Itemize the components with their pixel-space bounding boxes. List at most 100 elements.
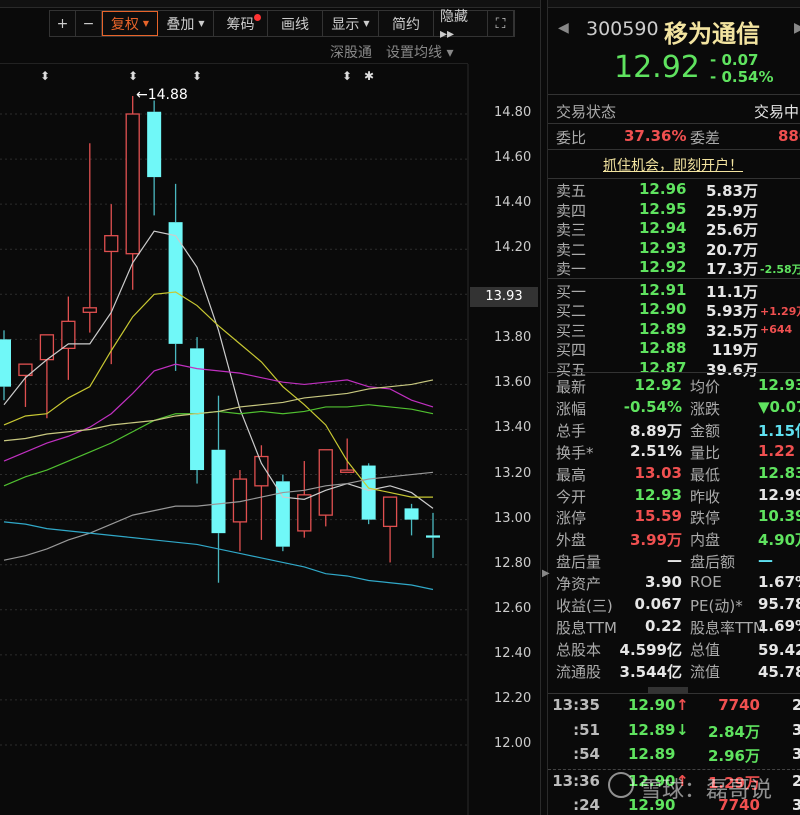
stat-label: 净资产: [556, 575, 602, 594]
divider: [548, 178, 800, 179]
quote-panel: ◀ ▶ 300590 移为通信 12.92 - 0.07 - 0.54% 交易状…: [548, 10, 800, 815]
level-delta: +1.29万: [760, 305, 800, 318]
stat-value: 12.92: [634, 376, 682, 394]
stat-value: 2.51%: [629, 441, 682, 460]
level-delta: -2.58万: [760, 263, 800, 276]
prev-stock-icon[interactable]: ◀: [558, 20, 569, 36]
tick-time: :54: [573, 745, 600, 763]
level-label: 买二: [556, 302, 587, 320]
price-change-pct: - 0.54%: [710, 68, 774, 86]
stat-value: 10.39: [758, 507, 800, 526]
stat-value: 0.067: [634, 595, 682, 613]
stat-value: 3.544亿: [619, 662, 682, 681]
stat-value: 12.83: [758, 463, 800, 482]
panel-divider[interactable]: ▶: [540, 0, 550, 815]
stat-label: 最高: [556, 465, 587, 484]
axis-label: 13.40: [494, 420, 532, 436]
stat-label: 最低: [690, 465, 721, 484]
level-volume: 5.83万: [705, 182, 758, 200]
stat-label: 最新: [556, 378, 587, 396]
stat-label: PE(动)*: [690, 597, 743, 615]
stat-value: 1.69%: [758, 616, 800, 635]
last-price: 12.92: [614, 50, 700, 85]
stat-label: 流通股: [556, 662, 602, 681]
tick-time: :24: [573, 796, 600, 814]
divider: [548, 123, 800, 124]
weibi-label: 委比: [556, 129, 587, 147]
stat-value: 15.59: [634, 507, 682, 526]
stat-label: 股息TTM: [556, 618, 618, 637]
stat-label: 收益(三): [556, 597, 613, 615]
stock-code: 300590: [586, 18, 659, 40]
stat-label: 均价: [690, 378, 721, 396]
axis-label: 13.00: [494, 510, 532, 526]
event-marker-icon: ⬍: [192, 69, 202, 83]
candle-body-up: [104, 235, 119, 253]
candle-body-down: [426, 535, 440, 538]
tick-volume: 2.84万: [707, 722, 760, 741]
open-account-link[interactable]: 抓住机会，即刻开户！: [603, 155, 743, 175]
candle-body-down: [404, 508, 419, 520]
level-price: 12.88: [639, 339, 687, 357]
candle-body-down: [275, 481, 290, 547]
axis-label: 13.80: [494, 330, 532, 346]
candlestick-chart[interactable]: ⬍ ⬍ ⬍ ⬍ ✱ ←14.88: [0, 0, 540, 815]
arrow-up-icon: ↑: [676, 696, 689, 714]
axis-label: 12.80: [494, 555, 532, 571]
candle-body-down: [211, 449, 226, 534]
stat-value: 4.90万: [758, 531, 800, 550]
candle-body-down: [361, 465, 376, 520]
level-price: 12.95: [639, 199, 687, 218]
stat-value: 3.99万: [629, 531, 682, 550]
next-stock-icon[interactable]: ▶: [794, 20, 800, 36]
stat-value: ▼0.07: [758, 397, 800, 416]
stat-label: 昨收: [690, 487, 721, 506]
level-price: 12.91: [639, 280, 687, 299]
stat-label: 总值: [690, 640, 721, 659]
candle-body-up: [82, 307, 97, 313]
stat-value: 95.78: [758, 595, 800, 613]
level-label: 买一: [556, 282, 587, 301]
candle-body-down: [190, 348, 205, 471]
stat-label: 金额: [690, 421, 721, 440]
stat-value: —: [758, 551, 773, 570]
stat-label: 总股本: [556, 640, 602, 659]
tick-time: 13:35: [552, 696, 600, 714]
weibi-value: 37.36%: [624, 127, 687, 145]
stat-label: 盘后量: [556, 553, 602, 572]
stat-value: 0.22: [644, 616, 682, 635]
level-price: 12.89: [639, 319, 687, 338]
axis-label: 14.60: [494, 150, 532, 166]
arrow-down-icon: ↓: [676, 720, 689, 739]
axis-label: 14.40: [494, 195, 532, 211]
divider: [548, 372, 800, 373]
level-price: 12.94: [639, 219, 687, 237]
candle-body-up: [382, 496, 398, 528]
stat-value: 12.93: [634, 485, 682, 504]
event-marker-icon: ⬍: [342, 69, 352, 83]
tick-count: 3: [792, 745, 800, 763]
axis-label: 14.80: [494, 105, 532, 120]
divider: [548, 278, 800, 279]
stat-label: 今开: [556, 487, 587, 506]
divider: [548, 769, 800, 770]
stat-value: 59.42亿: [758, 640, 800, 659]
level-price: 12.87: [639, 358, 687, 377]
weicha-label: 委差: [690, 129, 721, 147]
stat-label: 涨幅: [556, 399, 587, 418]
level-price: 12.96: [639, 180, 687, 198]
level-price: 12.90: [639, 300, 687, 318]
tick-price: 12.89: [628, 720, 676, 739]
stat-value: 3.90: [644, 573, 682, 592]
tick-price: 12.89: [628, 745, 676, 763]
stat-value: 8.89万: [629, 421, 682, 440]
level-price: 12.92: [639, 258, 687, 276]
high-price-annotation: ←14.88: [136, 87, 188, 103]
status-label: 交易状态: [556, 103, 617, 121]
tick-count: 3: [792, 796, 800, 814]
stat-label: 换手*: [556, 443, 594, 462]
stat-value: -0.54%: [623, 397, 682, 416]
tick-time: 13:36: [552, 771, 600, 790]
stat-value: 12.93: [758, 376, 800, 394]
level-price: 12.93: [639, 238, 687, 257]
